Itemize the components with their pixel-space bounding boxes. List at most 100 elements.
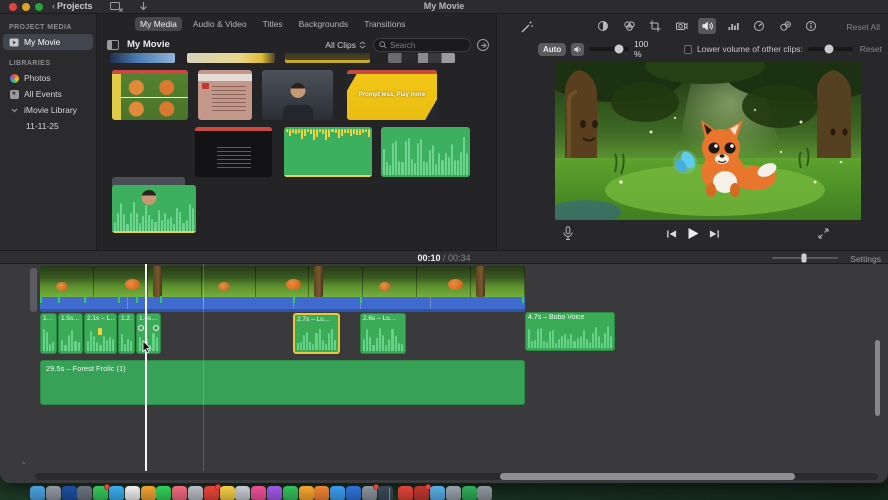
dock-app-11[interactable] (188, 486, 203, 500)
dock-app-26[interactable] (430, 486, 445, 500)
audio-clip[interactable]: 1.5s… (58, 313, 83, 354)
dock-app-8[interactable] (140, 486, 156, 500)
dock-app-3[interactable] (61, 486, 77, 500)
fullscreen-icon[interactable] (818, 228, 829, 239)
speed-icon[interactable] (750, 18, 768, 34)
tab-audio-video[interactable]: Audio & Video (188, 17, 252, 31)
volume-slider[interactable] (589, 44, 629, 54)
media-thumbnail-partial[interactable] (388, 53, 455, 63)
audio-clip[interactable]: 2.1s – L… (84, 313, 117, 354)
dock-app-16[interactable] (267, 486, 282, 500)
clip-info-icon[interactable] (802, 18, 820, 34)
crop-icon[interactable] (646, 18, 664, 34)
media-thumbnail-promo[interactable]: Prompt less, Play more (347, 70, 437, 120)
dock-app-27[interactable] (445, 486, 461, 500)
enhance-wand-icon[interactable] (520, 20, 534, 34)
dock[interactable] (0, 484, 888, 500)
media-thumbnail-partial[interactable] (110, 53, 175, 63)
timeline-zoom-slider[interactable] (772, 253, 838, 263)
play-button[interactable] (687, 227, 699, 240)
audio-clip[interactable]: 4.7s – Bobo Voice (525, 312, 615, 351)
dock-app-2[interactable] (45, 486, 61, 500)
sidebar-item-imovie-library[interactable]: iMovie Library (0, 102, 96, 118)
dock-app-25[interactable] (414, 484, 432, 500)
background-music-clip[interactable]: 29.5s – Forest Frolic (1) (40, 360, 525, 405)
color-correction-icon[interactable] (620, 18, 638, 34)
media-thumbnail-fox-collage[interactable] (112, 70, 188, 120)
dock-app-18[interactable] (298, 486, 314, 500)
reset-all-button[interactable]: Reset All (846, 22, 880, 32)
sidebar-item-my-movie[interactable]: My Movie (3, 34, 93, 50)
effects-icon[interactable] (776, 18, 794, 34)
media-thumbnail-audio-clip[interactable] (284, 127, 372, 177)
timeline[interactable]: 1… 1.5s… 2.1s – L… 1.2… 1.4s… 2.7s – Lu…… (0, 264, 888, 483)
reset-button[interactable]: Reset (860, 44, 882, 54)
dock-app-24[interactable] (398, 486, 414, 500)
dock-app-22[interactable] (361, 484, 379, 500)
stabilization-icon[interactable] (672, 18, 690, 34)
dock-app-6[interactable] (109, 486, 124, 500)
adjustment-toolbar (594, 18, 820, 34)
lower-volume-slider[interactable] (807, 44, 853, 54)
next-frame-button[interactable] (709, 229, 720, 239)
audio-clip[interactable]: 1… (40, 313, 57, 354)
continuous-playback-icon[interactable] (477, 39, 489, 51)
clip-filter-dropdown[interactable]: All Clips (325, 40, 366, 50)
video-audio-track[interactable] (40, 296, 525, 312)
tab-my-media[interactable]: My Media (135, 17, 182, 31)
desktop: ‹ Projects My Movie PROJECT MEDIA My Movi… (0, 0, 888, 500)
chevron-down-icon[interactable] (9, 105, 19, 115)
previous-frame-button[interactable] (666, 229, 677, 239)
fade-handle[interactable] (138, 325, 144, 331)
horizontal-scrollbar-thumb[interactable] (500, 473, 795, 480)
color-balance-icon[interactable] (594, 18, 612, 34)
timeline-settings-button[interactable]: Settings (850, 254, 881, 264)
media-thumbnail-document[interactable] (198, 70, 252, 120)
lower-volume-checkbox[interactable] (683, 44, 692, 54)
dock-app-13[interactable] (219, 486, 235, 500)
preview-viewer[interactable] (555, 62, 861, 220)
dock-app-20[interactable] (330, 486, 346, 500)
sidebar-item-event-date[interactable]: 11-11-25 (0, 118, 96, 134)
sidebar-item-photos[interactable]: Photos (0, 70, 96, 86)
clip-trim-handle[interactable] (30, 268, 37, 312)
audio-clip-selected[interactable]: 2.7s – Lu… (293, 313, 340, 354)
dock-app-28[interactable] (461, 486, 477, 500)
tab-transitions[interactable]: Transitions (359, 17, 410, 31)
audio-clip[interactable]: 2.6s – Lu… (360, 313, 406, 354)
tab-titles[interactable]: Titles (258, 17, 288, 31)
media-thumbnail-audio-clip[interactable] (381, 127, 470, 177)
search-input[interactable] (390, 40, 465, 50)
vertical-scrollbar[interactable] (875, 340, 880, 416)
dock-app-29[interactable] (477, 486, 493, 500)
voiceover-mic-icon[interactable] (562, 226, 574, 241)
dock-app-7[interactable] (124, 486, 140, 500)
dock-app-1[interactable] (30, 486, 45, 500)
video-clip-filmstrip[interactable] (40, 266, 525, 297)
dock-app-17[interactable] (282, 486, 298, 500)
dock-app-12[interactable] (203, 484, 221, 500)
playhead[interactable] (145, 264, 147, 471)
media-thumbnail-partial[interactable] (187, 53, 275, 63)
dock-app-5[interactable] (93, 484, 111, 500)
fade-handle[interactable] (153, 325, 159, 331)
audio-clip[interactable]: 1.2… (118, 313, 135, 354)
dock-app-15[interactable] (251, 486, 267, 500)
media-thumbnail-partial[interactable] (285, 53, 370, 63)
sidebar-toggle-icon[interactable] (107, 40, 119, 50)
dock-app-14[interactable] (235, 486, 251, 500)
mute-button[interactable] (571, 42, 585, 56)
volume-icon[interactable] (698, 18, 716, 34)
auto-volume-button[interactable]: Auto (538, 42, 567, 56)
dock-app-21[interactable] (346, 486, 361, 500)
dock-app-9[interactable] (156, 486, 172, 500)
dock-app-19[interactable] (314, 486, 330, 500)
sidebar-item-all-events[interactable]: ★ All Events (0, 86, 96, 102)
noise-equalizer-icon[interactable] (724, 18, 742, 34)
media-thumbnail-screen-recording[interactable] (195, 127, 272, 177)
dock-app-10[interactable] (172, 486, 188, 500)
dock-app-4[interactable] (77, 486, 93, 500)
tab-backgrounds[interactable]: Backgrounds (294, 17, 354, 31)
search-field[interactable] (373, 38, 471, 52)
media-thumbnail-webcam[interactable] (262, 70, 333, 120)
